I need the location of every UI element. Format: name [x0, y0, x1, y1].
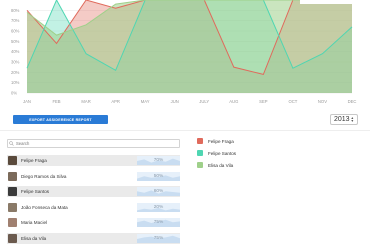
x-tick-label: FEB [52, 99, 60, 104]
user-row[interactable]: Felipe Santos 60% [7, 186, 180, 197]
y-tick-label: 40% [11, 49, 20, 54]
x-tick-label: MAR [81, 99, 90, 104]
user-value: 60% [153, 189, 164, 194]
x-tick-label: JUN [171, 99, 179, 104]
user-sparkline: 75% [137, 218, 180, 227]
user-value: 50% [153, 173, 164, 179]
x-tick-label: APR [111, 99, 120, 104]
x-tick-label: JAN [23, 99, 31, 104]
legend-swatch [197, 150, 203, 156]
x-tick-label: DEC [348, 99, 357, 104]
x-tick-label: JULY [199, 99, 209, 104]
area-chart: 80% 70% 60% 50% 40% 30% 20% 10% 0% JAN FEB MAR APR MA… [0, 0, 370, 108]
user-value: 75% [153, 220, 164, 225]
y-tick-label: 50% [11, 39, 20, 44]
user-row[interactable]: João Fonseca da Mata 20% [7, 202, 180, 213]
user-name: Felipe Santos [21, 189, 50, 194]
export-report-button[interactable]: EXPORT ASSIDERENCE REPORT [13, 115, 108, 124]
user-value: 20% [153, 204, 164, 210]
user-value: 75% [153, 235, 164, 241]
user-row[interactable]: Maria Maciel 75% [7, 217, 180, 228]
user-value: 70% [153, 158, 164, 163]
x-tick-label: AUG [229, 99, 238, 104]
year-select[interactable]: 2013 ▲ ▼ [330, 114, 358, 125]
y-tick-label: 0% [11, 91, 17, 96]
legend-label: Felipe Santos [208, 150, 237, 156]
x-tick-label: OCT [288, 99, 297, 104]
chart-canvas: 80% 70% 60% 50% 40% 30% 20% 10% 0% JAN FEB MAR APR MA… [11, 0, 357, 104]
legend-swatch [197, 162, 203, 168]
year-select-value: 2013 [334, 116, 350, 123]
avatar [8, 187, 17, 196]
search-input[interactable] [7, 139, 180, 148]
avatar [8, 156, 17, 165]
legend-label: Elisa da Vila [208, 162, 234, 168]
legend-item[interactable]: Felipe Santos [197, 150, 236, 156]
x-tick-label: NOV [318, 99, 327, 104]
user-sparkline: 75% [137, 233, 180, 243]
avatar [8, 233, 17, 243]
user-name: Felipe Fraga [21, 158, 47, 163]
chevron-updown-icon: ▲ ▼ [350, 116, 354, 123]
avatar [8, 171, 17, 181]
y-tick-label: 60% [11, 29, 20, 34]
legend-item[interactable]: Felipe Fraga [197, 138, 234, 144]
user-sparkline: 60% [137, 187, 180, 196]
y-tick-label: 80% [11, 8, 20, 13]
x-tick-label: MAY [141, 99, 150, 104]
series-area [27, 0, 352, 93]
search-icon [9, 141, 14, 146]
chart-legend-panel [300, 0, 366, 4]
user-row[interactable]: Felipe Fraga 70% [7, 155, 180, 166]
user-sparkline: 20% [137, 202, 180, 212]
legend-label: Felipe Fraga [208, 138, 234, 144]
user-name: João Fonseca da Mata [21, 204, 68, 210]
user-name: Maria Maciel [21, 220, 48, 225]
user-row[interactable]: Diego Ramos da Silva 50% [7, 171, 180, 182]
y-tick-label: 70% [11, 18, 20, 23]
section-divider [0, 130, 370, 131]
user-sparkline: 50% [137, 171, 180, 181]
x-tick-label: SEP [259, 99, 268, 104]
avatar [8, 202, 17, 212]
y-tick-label: 10% [11, 80, 20, 85]
user-name: Diego Ramos da Silva [21, 173, 67, 179]
y-tick-label: 20% [11, 70, 20, 75]
legend-item[interactable]: Elisa da Vila [197, 162, 233, 168]
legend-swatch [197, 138, 203, 144]
avatar [8, 218, 17, 227]
user-row[interactable]: Elisa da Vila 75% [7, 232, 180, 244]
user-sparkline: 70% [137, 156, 180, 165]
y-tick-label: 30% [11, 60, 20, 65]
user-name: Elisa da Vila [21, 235, 47, 241]
